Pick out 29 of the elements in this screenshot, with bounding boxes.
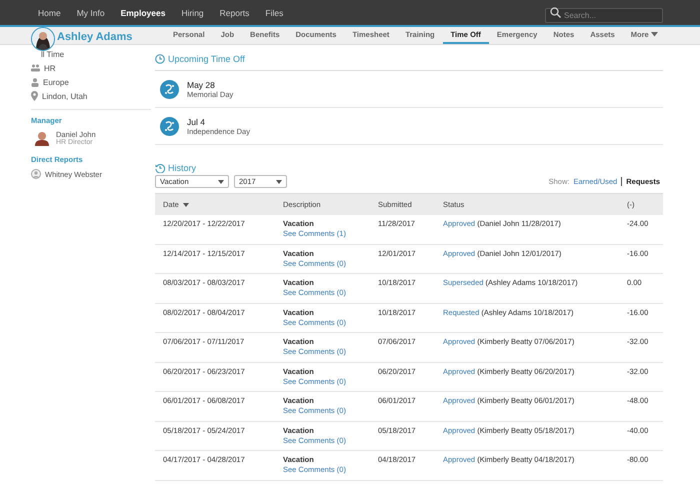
holiday-date: Jul 4 [187, 116, 206, 126]
nav-link[interactable]: Home [30, 8, 69, 18]
clock-icon [155, 54, 165, 64]
caret-icon [276, 180, 282, 184]
holiday-icon [160, 80, 179, 98]
search-field[interactable]: Search... [545, 8, 663, 23]
nav-link[interactable]: Hiring [173, 8, 212, 18]
person-icon [31, 78, 39, 86]
nav-link[interactable]: Employees [112, 8, 174, 18]
people-icon [31, 64, 40, 72]
nav-link[interactable]: Reports [212, 8, 258, 18]
history-icon [155, 163, 165, 173]
holiday-date: May 28 [187, 80, 216, 90]
section-title: History [168, 163, 196, 173]
profile-detail: HR [44, 64, 56, 72]
avatar [34, 130, 50, 146]
caret-icon [650, 32, 658, 37]
caret-icon [218, 180, 224, 184]
nav-link[interactable]: Files [257, 8, 292, 18]
nav-link[interactable]: My Info [68, 8, 113, 18]
location-pin-icon [31, 91, 38, 101]
employee-name: Ashley Adams [57, 30, 132, 42]
holiday-icon [160, 116, 179, 136]
profile-detail: Europe [43, 78, 69, 86]
person-icon [31, 169, 41, 179]
profile-detail: Lindon, Utah [42, 92, 88, 100]
profile-detail: ll Time [41, 50, 64, 58]
sort-icon [182, 202, 189, 206]
section-title: Upcoming Time Off [168, 54, 245, 64]
